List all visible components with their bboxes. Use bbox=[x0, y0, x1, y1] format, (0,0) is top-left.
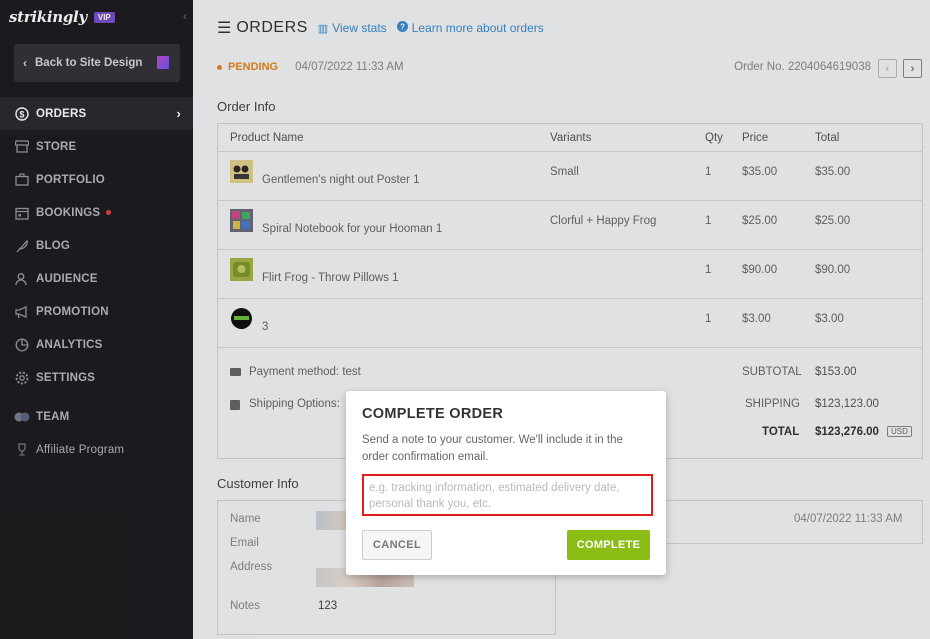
complete-button[interactable]: COMPLETE bbox=[567, 530, 650, 560]
cancel-button[interactable]: CANCEL bbox=[362, 530, 432, 560]
dialog-description: Send a note to your customer. We'll incl… bbox=[362, 434, 623, 463]
complete-order-dialog: COMPLETE ORDER Send a note to your custo… bbox=[346, 391, 666, 575]
customer-note-input[interactable] bbox=[362, 474, 653, 516]
dialog-title: COMPLETE ORDER bbox=[362, 406, 504, 422]
